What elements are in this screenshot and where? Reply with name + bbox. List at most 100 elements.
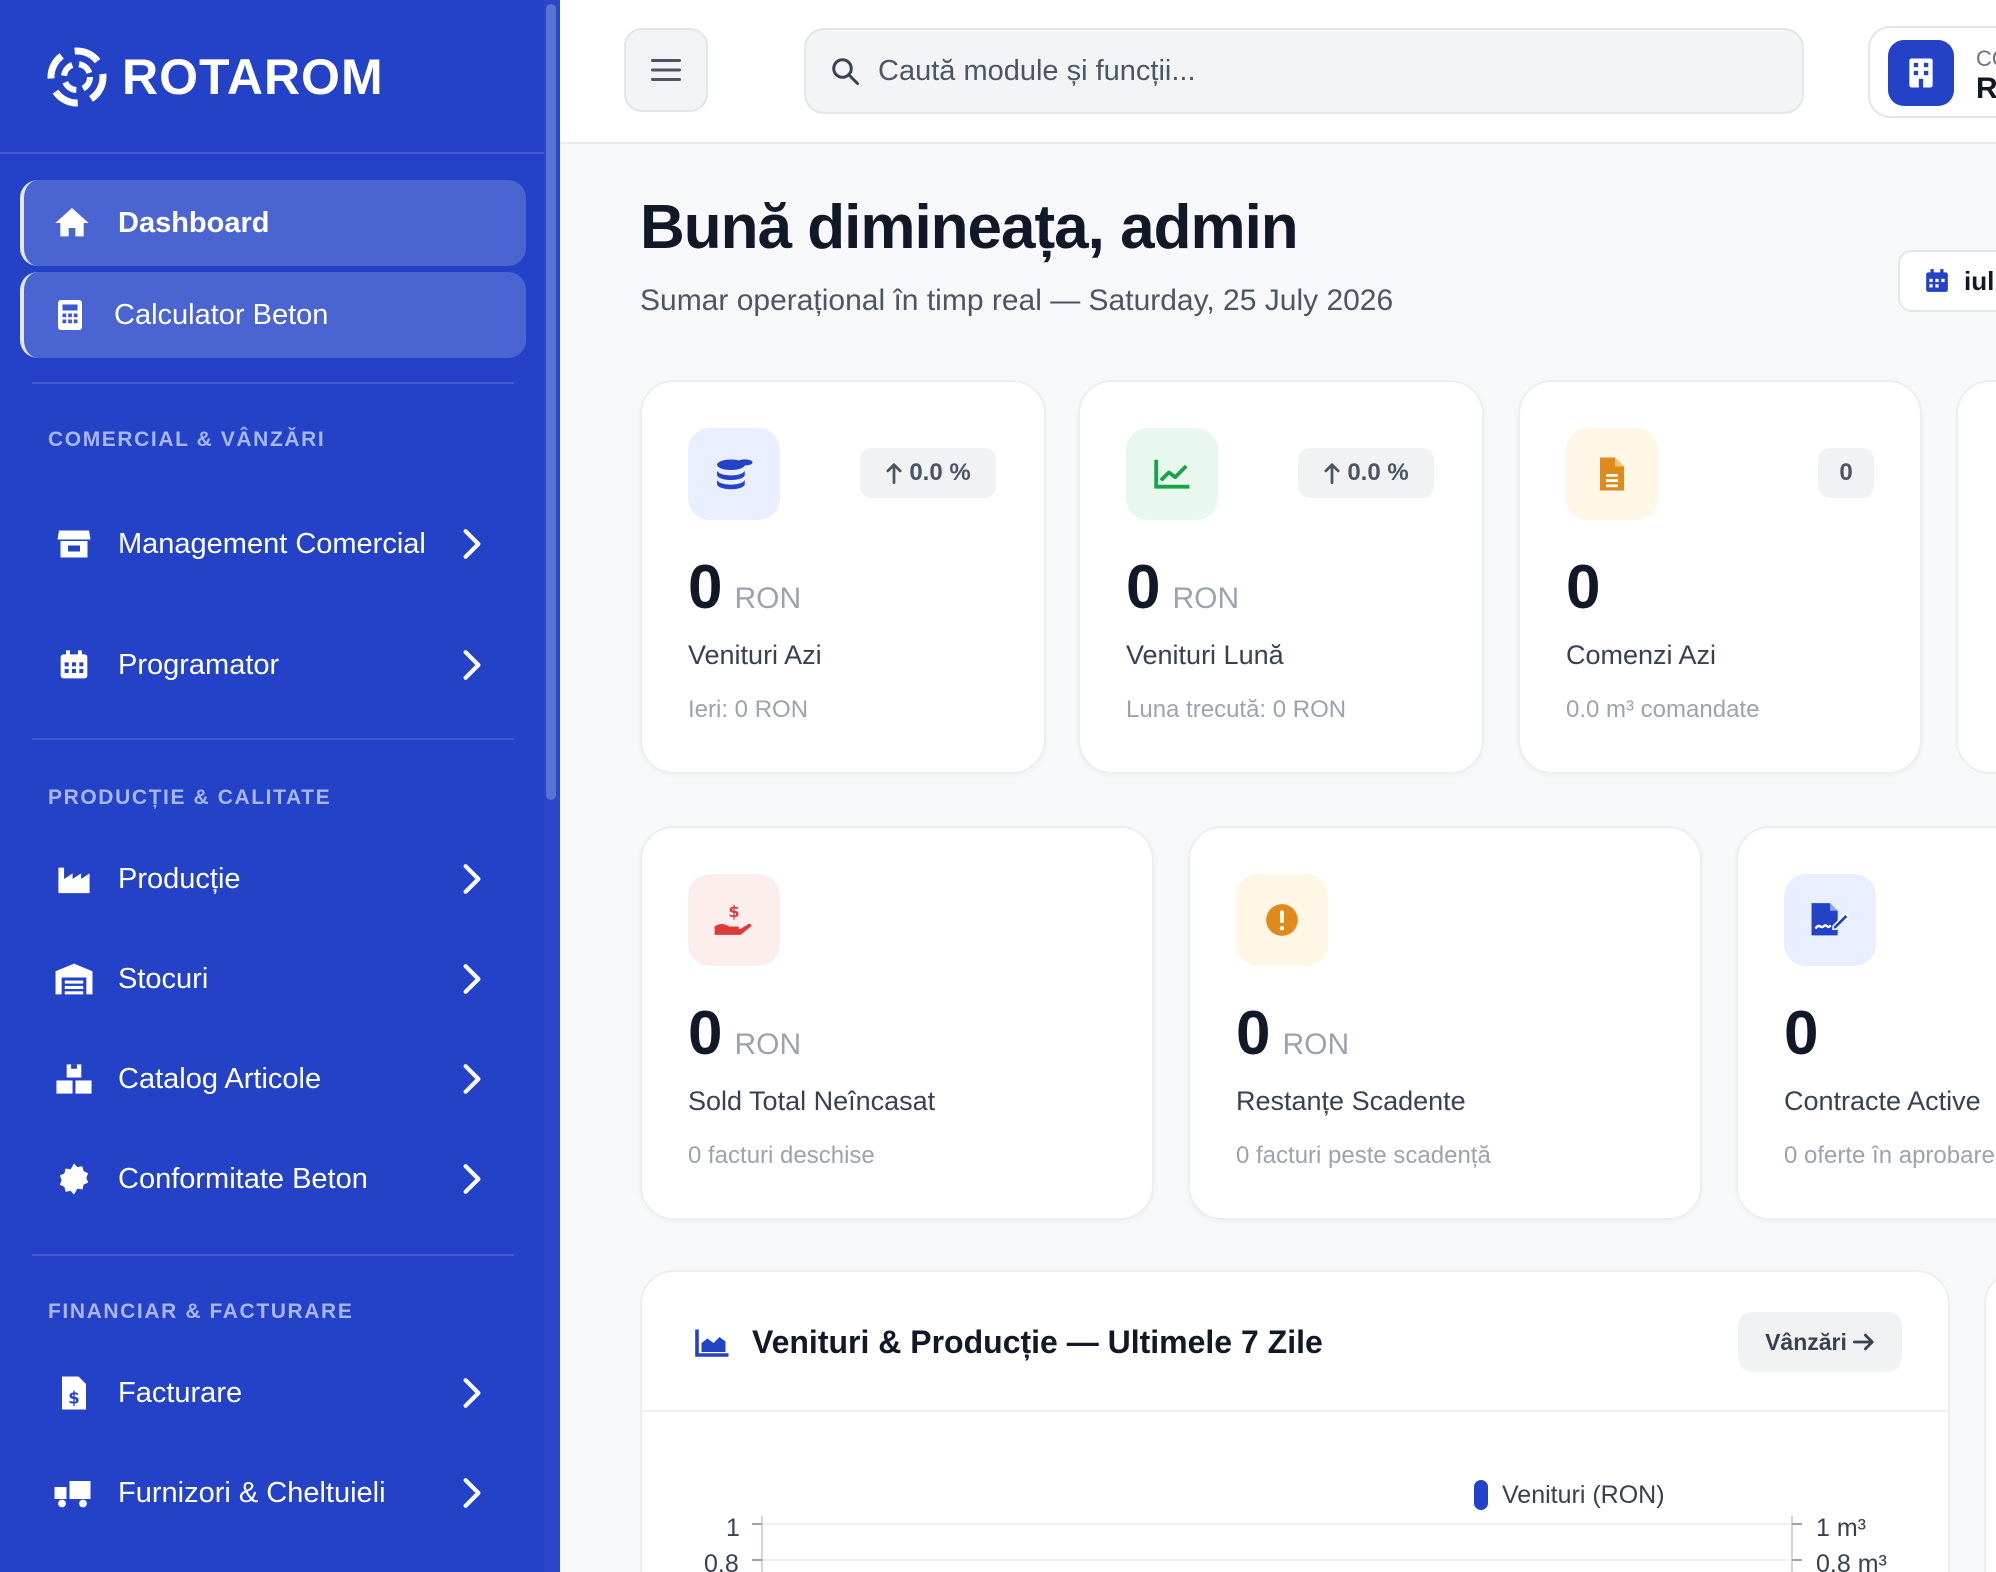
sidebar-item-label: Producție	[118, 863, 241, 895]
brand-logo[interactable]: ROTAROM	[46, 42, 384, 112]
kpi-value: 0 RON	[1126, 552, 1239, 623]
date-picker[interactable]: iul	[1898, 250, 1996, 312]
alert-circle-icon	[1266, 904, 1298, 936]
chevron-right-icon	[463, 650, 481, 680]
chevron-right-icon	[463, 864, 481, 894]
kpi-number: 0	[1784, 999, 1819, 1068]
kpi-subtext: Ieri: 0 RON	[688, 696, 809, 723]
sidebar-item-furnizori-cheltuieli[interactable]: Furnizori & Cheltuieli	[20, 1468, 526, 1518]
sidebar-item-label: Facturare	[118, 1377, 243, 1409]
kpi-value: 0 RON	[688, 552, 801, 623]
kpi-trend-badge: 0.0 %	[860, 448, 996, 498]
sidebar-item-productie[interactable]: Producție	[20, 854, 526, 904]
sidebar-group-label: PRODUCȚIE & CALITATE	[48, 786, 332, 809]
kpi-subtext: 0 facturi peste scadență	[1236, 1142, 1491, 1169]
chart-line-icon	[1154, 459, 1190, 489]
chart-panel: Venituri & Producție — Ultimele 7 Zile V…	[640, 1270, 1950, 1572]
sidebar-item-label: Furnizori & Cheltuieli	[118, 1477, 386, 1509]
sidebar-divider	[32, 1254, 514, 1256]
kpi-subtext: 0 oferte în aprobare	[1784, 1142, 1995, 1169]
sidebar-item-label: Programator	[118, 649, 280, 681]
sidebar: ROTAROM Dashboard Calculator Beton COMER…	[0, 0, 560, 1572]
sidebar-item-stocuri[interactable]: Stocuri	[20, 954, 526, 1004]
kpi-unit: RON	[734, 582, 802, 615]
company-icon-box	[1888, 40, 1954, 106]
kpi-card-contracte-active[interactable]: 0 Contracte Active 0 oferte în aprobare	[1736, 826, 1996, 1220]
sidebar-item-label: Catalog Articole	[118, 1063, 322, 1095]
kpi-trend-value: 0.0 %	[1347, 459, 1409, 486]
kpi-unit: RON	[734, 1028, 802, 1061]
kpi-card-restante-scadente[interactable]: 0 RON Restanțe Scadente 0 facturi peste …	[1188, 826, 1702, 1220]
page-subtitle: Sumar operațional în timp real — Saturda…	[640, 284, 1394, 317]
calculator-icon	[58, 300, 82, 330]
chevron-right-icon	[463, 1378, 481, 1408]
chevron-right-icon	[463, 1164, 481, 1194]
kpi-card-venituri-azi[interactable]: 0.0 % 0 RON Venituri Azi Ieri: 0 RON	[640, 380, 1046, 774]
brand-name: ROTAROM	[122, 49, 384, 105]
kpi-card-comenzi-azi[interactable]: 0 0 Comenzi Azi 0.0 m³ comandate	[1518, 380, 1922, 774]
kpi-title: Venituri Lună	[1126, 640, 1284, 670]
sidebar-divider	[32, 738, 514, 740]
store-icon	[57, 530, 91, 558]
kpi-icon-box	[1126, 428, 1218, 520]
factory-icon	[58, 867, 90, 894]
kpi-card-venituri-luna[interactable]: 0.0 % 0 RON Venituri Lună Luna trecută: …	[1078, 380, 1484, 774]
kpi-subtext: 0 facturi deschise	[688, 1142, 875, 1169]
brand-divider	[0, 152, 544, 154]
sidebar-item-label: Conformitate Beton	[118, 1163, 368, 1195]
kpi-value: 0	[1566, 552, 1600, 623]
search-input[interactable]	[878, 54, 1758, 88]
sidebar-item-label: Calculator Beton	[114, 298, 329, 331]
page-title: Bună dimineața, admin	[640, 193, 1299, 262]
logo-icon	[47, 47, 107, 107]
kpi-icon-box	[688, 428, 780, 520]
home-icon	[55, 208, 89, 237]
kpi-subtext: Luna trecută: 0 RON	[1126, 696, 1347, 723]
sidebar-item-label: Management Comercial	[118, 528, 426, 560]
sidebar-item-catalog-articole[interactable]: Catalog Articole	[20, 1054, 526, 1104]
search-bar[interactable]	[804, 28, 1804, 114]
kpi-icon-box: $	[688, 874, 780, 966]
sidebar-item-management-comercial[interactable]: Management Comercial	[20, 500, 526, 588]
boxes-icon	[56, 1064, 92, 1094]
kpi-title: Venituri Azi	[688, 640, 822, 670]
sidebar-item-label: Stocuri	[118, 963, 209, 995]
truck-icon	[54, 1481, 91, 1508]
calendar-icon	[60, 650, 88, 679]
kpi-card-sold-neincasat[interactable]: $ 0 RON Sold Total Neîncasat 0 facturi d…	[640, 826, 1154, 1220]
company-selector[interactable]: CO RO	[1868, 26, 1996, 118]
kpi-trend-value: 0.0 %	[909, 459, 971, 486]
kpi-number: 0	[688, 999, 723, 1068]
kpi-count-badge: 0	[1818, 448, 1874, 498]
hand-dollar-icon: $	[714, 902, 752, 935]
kpi-subtext: 0.0 m³ comandate	[1566, 696, 1760, 723]
chevron-right-icon	[463, 964, 481, 994]
menu-toggle-button[interactable]	[624, 28, 708, 112]
kpi-number: 0	[688, 553, 723, 622]
sidebar-item-programator[interactable]: Programator	[20, 640, 526, 690]
sidebar-scroll-thumb[interactable]	[546, 4, 556, 800]
kpi-title: Contracte Active	[1784, 1086, 1981, 1116]
kpi-card-partial[interactable]	[1956, 380, 1996, 774]
chevron-right-icon	[463, 1478, 481, 1508]
sidebar-divider	[32, 382, 514, 384]
sidebar-item-calculator-beton[interactable]: Calculator Beton	[20, 272, 526, 358]
sidebar-group-label: FINANCIAR & FACTURARE	[48, 1300, 354, 1323]
kpi-unit: RON	[1282, 1028, 1350, 1061]
kpi-number: 0	[1566, 553, 1601, 622]
warehouse-icon	[55, 963, 93, 995]
sidebar-group-label: COMERCIAL & VÂNZĂRI	[48, 428, 326, 451]
side-panel-partial	[1984, 1270, 1996, 1572]
sidebar-item-facturare[interactable]: $ Facturare	[20, 1368, 526, 1418]
chevron-right-icon	[463, 529, 481, 559]
building-icon	[1909, 58, 1933, 88]
company-label: CO	[1976, 46, 1996, 71]
invoice-icon: $	[62, 1376, 86, 1410]
sidebar-item-conformitate-beton[interactable]: Conformitate Beton	[20, 1154, 526, 1204]
kpi-title: Restanțe Scadente	[1236, 1086, 1466, 1116]
date-picker-label: iul	[1964, 265, 1995, 296]
sidebar-item-dashboard[interactable]: Dashboard	[20, 180, 526, 266]
kpi-title: Comenzi Azi	[1566, 640, 1717, 670]
document-icon	[1600, 457, 1624, 491]
coins-icon	[717, 459, 753, 490]
